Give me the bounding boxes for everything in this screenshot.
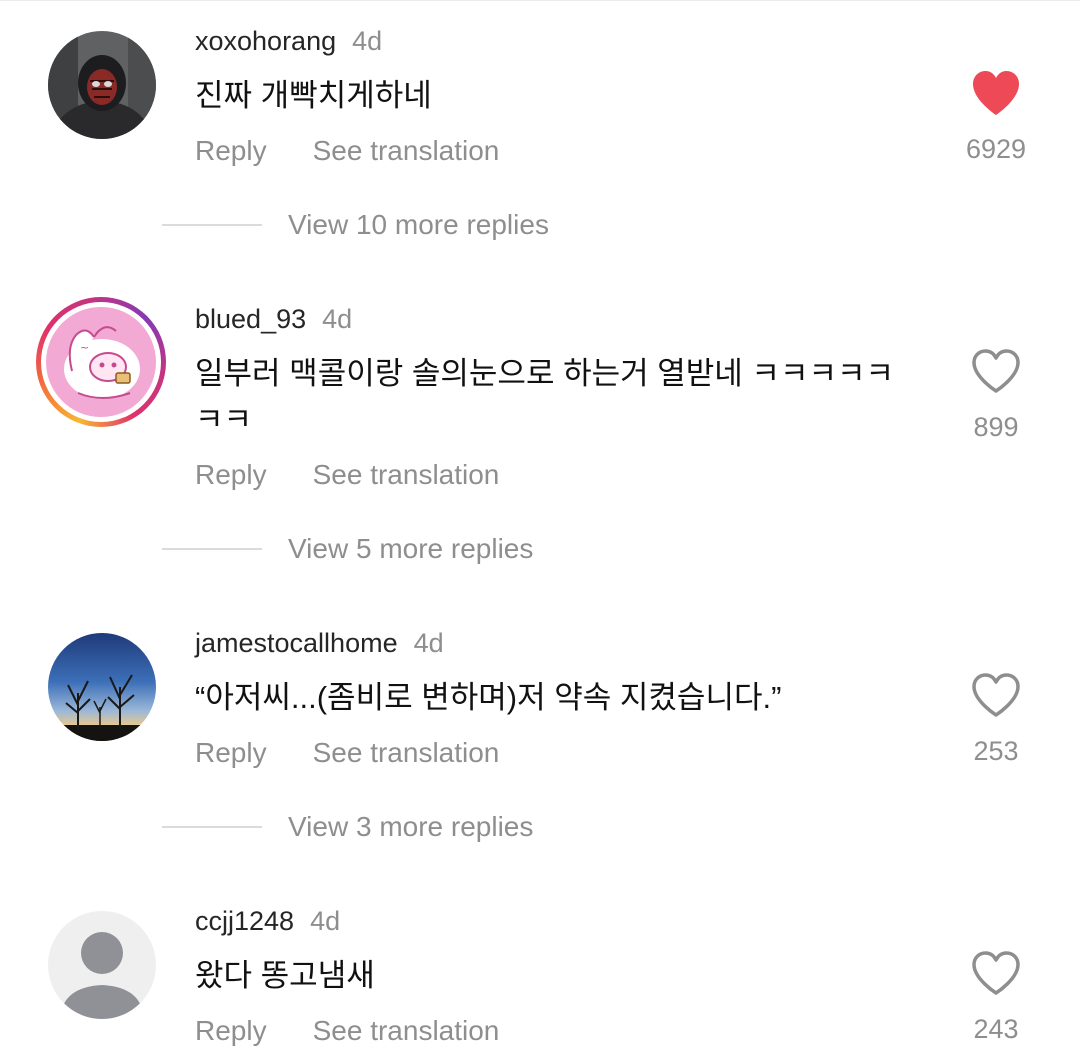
comment-meta: ccjj1248 4d — [195, 905, 340, 937]
avatar[interactable] — [48, 911, 156, 1019]
comment-meta: jamestocallhome 4d — [195, 627, 444, 659]
view-replies-label: View 3 more replies — [288, 811, 534, 842]
reply-button[interactable]: Reply — [195, 737, 267, 768]
comment-text: 진짜 개빡치게하네 — [195, 78, 432, 113]
comment-actions: Reply See translation — [195, 736, 499, 770]
reply-button[interactable]: Reply — [195, 459, 267, 490]
heart-outline-icon — [972, 951, 1020, 995]
username[interactable]: ccjj1248 — [195, 906, 294, 936]
view-replies-button[interactable]: View 5 more replies — [162, 529, 533, 569]
avatar-story-ring[interactable]: ~ — [36, 297, 166, 427]
timestamp: 4d — [413, 628, 444, 658]
view-replies-button[interactable]: View 10 more replies — [162, 205, 549, 245]
comment-actions: Reply See translation — [195, 134, 499, 168]
heart-filled-icon — [973, 71, 1019, 115]
heart-outline-icon — [972, 349, 1020, 393]
like-button[interactable] — [970, 347, 1022, 395]
divider-line — [162, 826, 262, 828]
like-button[interactable] — [970, 69, 1022, 117]
see-translation-button[interactable]: See translation — [313, 737, 500, 768]
like-count: 253 — [973, 736, 1019, 766]
heart-outline-icon — [972, 673, 1020, 717]
avatar[interactable] — [48, 31, 156, 139]
view-replies-button[interactable]: View 3 more replies — [162, 807, 533, 847]
avatar-image — [48, 31, 156, 139]
comment-actions: Reply See translation — [195, 1014, 499, 1048]
default-avatar-icon — [48, 911, 156, 1019]
like-button[interactable] — [970, 671, 1022, 719]
comment-text: “아저씨...(좀비로 변하며)저 약속 지켰습니다.” — [195, 680, 782, 715]
comment-text: 일부러 맥콜이랑 솔의눈으로 하는거 열받네 ㅋㅋㅋㅋㅋㅋㅋ — [195, 356, 895, 437]
view-replies-label: View 5 more replies — [288, 533, 534, 564]
username[interactable]: jamestocallhome — [195, 628, 398, 658]
timestamp: 4d — [352, 26, 383, 56]
avatar: ~ — [46, 307, 156, 417]
comment-actions: Reply See translation — [195, 458, 499, 492]
comment-meta: blued_93 4d — [195, 303, 352, 335]
see-translation-button[interactable]: See translation — [313, 135, 500, 166]
comments-page: xoxohorang 4d 진짜 개빡치게하네 Reply See translat… — [0, 0, 1080, 1049]
username[interactable]: blued_93 — [195, 304, 306, 334]
like-count: 243 — [973, 1014, 1019, 1044]
see-translation-button[interactable]: See translation — [313, 459, 500, 490]
username[interactable]: xoxohorang — [195, 26, 336, 56]
comment-meta: xoxohorang 4d — [195, 25, 382, 57]
like-count: 899 — [973, 412, 1019, 442]
comment-text: 왔다 똥고냄새 — [195, 958, 375, 993]
like-count: 6929 — [965, 134, 1027, 164]
timestamp: 4d — [322, 304, 353, 334]
view-replies-label: View 10 more replies — [288, 209, 549, 240]
reply-button[interactable]: Reply — [195, 1015, 267, 1046]
avatar-image — [48, 633, 156, 741]
reply-button[interactable]: Reply — [195, 135, 267, 166]
divider-line — [162, 224, 262, 226]
svg-text:~: ~ — [80, 341, 89, 354]
avatar[interactable] — [48, 633, 156, 741]
avatar-image: ~ — [46, 307, 156, 417]
like-button[interactable] — [970, 949, 1022, 997]
timestamp: 4d — [310, 906, 341, 936]
see-translation-button[interactable]: See translation — [313, 1015, 500, 1046]
divider-line — [162, 548, 262, 550]
